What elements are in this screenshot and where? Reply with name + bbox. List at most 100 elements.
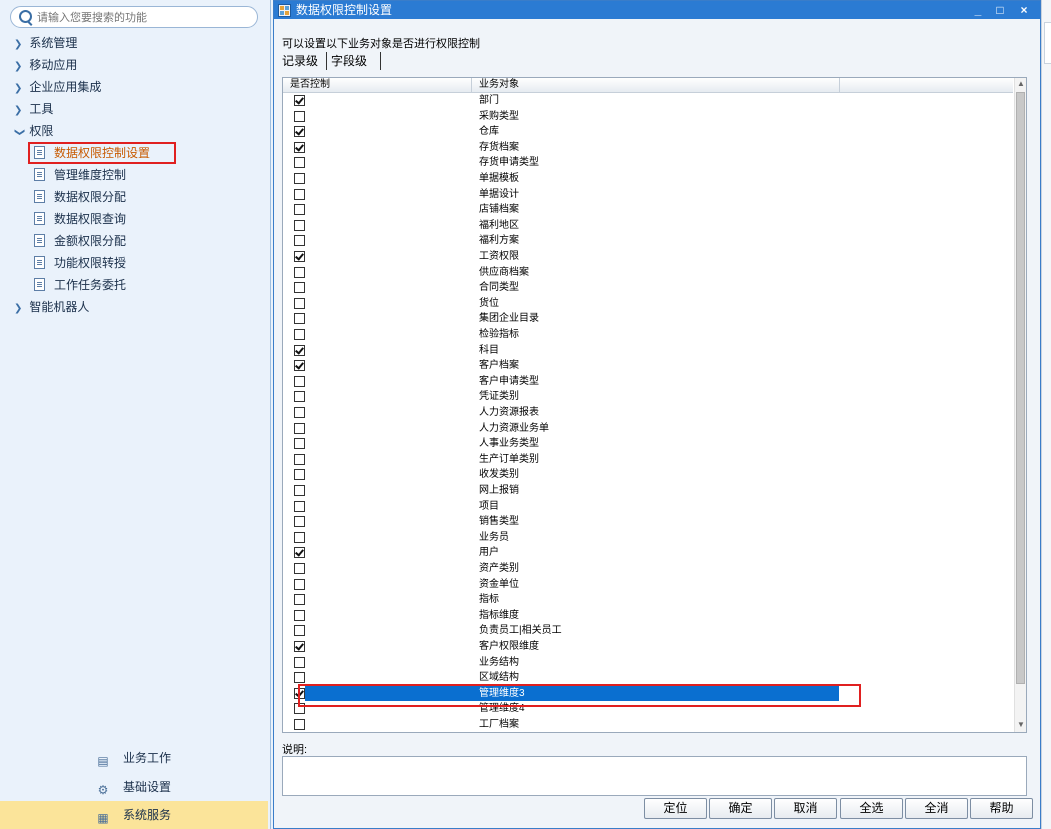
note-textarea[interactable] — [282, 756, 1027, 796]
control-checkbox[interactable] — [294, 251, 305, 262]
control-checkbox[interactable] — [294, 672, 305, 684]
scroll-up-icon[interactable]: ▲ — [1015, 78, 1026, 90]
menu-enterprise-integration[interactable]: ❯ 企业应用集成 — [14, 77, 101, 97]
table-row[interactable]: 福利地区 — [283, 218, 1013, 234]
scroll-down-icon[interactable]: ▼ — [1015, 719, 1026, 731]
table-row[interactable]: 仓库 — [283, 124, 1013, 140]
table-row[interactable]: 福利方案 — [283, 233, 1013, 249]
search-box[interactable] — [10, 6, 258, 28]
bottom-system-service[interactable]: ▦ 系统服务 — [96, 804, 171, 826]
control-checkbox[interactable] — [294, 594, 305, 606]
submenu-work-task-delegate[interactable]: 工作任务委托 — [34, 275, 126, 295]
table-row[interactable]: 存货申请类型 — [283, 155, 1013, 171]
minimize-button[interactable]: _ — [968, 1, 988, 19]
control-checkbox[interactable] — [294, 609, 305, 621]
table-row[interactable]: 单据模板 — [283, 171, 1013, 187]
table-row[interactable]: 网上报销 — [283, 483, 1013, 499]
submenu-amount-permission-assign[interactable]: 金额权限分配 — [34, 231, 126, 251]
table-row[interactable]: 业务结构 — [283, 655, 1013, 671]
table-row[interactable]: 资产类别 — [283, 561, 1013, 577]
submenu-function-permission-delegate[interactable]: 功能权限转授 — [34, 253, 126, 273]
control-checkbox[interactable] — [294, 219, 305, 231]
select-all-button[interactable]: 全选 — [840, 798, 903, 819]
column-header-controlled[interactable]: 是否控制 — [283, 78, 472, 92]
table-row[interactable]: 工厂档案 — [283, 717, 1013, 732]
control-checkbox[interactable] — [294, 453, 305, 465]
control-checkbox[interactable] — [294, 656, 305, 668]
control-checkbox[interactable] — [294, 110, 305, 122]
menu-mobile-apps[interactable]: ❯ 移动应用 — [14, 55, 77, 75]
close-button[interactable]: × — [1014, 1, 1034, 19]
table-row[interactable]: 用户 — [283, 545, 1013, 561]
table-row[interactable]: 客户档案 — [283, 358, 1013, 374]
table-row[interactable]: 检验指标 — [283, 327, 1013, 343]
table-row[interactable]: 科目 — [283, 343, 1013, 359]
table-row[interactable]: 收发类别 — [283, 467, 1013, 483]
column-header-business-object[interactable]: 业务对象 — [472, 78, 840, 92]
table-row[interactable]: 人力资源业务单 — [283, 421, 1013, 437]
dialog-titlebar[interactable]: 数据权限控制设置 _ □ × — [274, 1, 1040, 19]
table-row[interactable]: 资金单位 — [283, 577, 1013, 593]
control-checkbox[interactable] — [294, 126, 305, 138]
control-checkbox[interactable] — [294, 547, 305, 559]
control-checkbox[interactable] — [294, 531, 305, 543]
control-checkbox[interactable] — [294, 407, 305, 418]
bottom-business-work[interactable]: ▤ 业务工作 — [96, 747, 171, 769]
table-row[interactable]: 指标维度 — [283, 608, 1013, 624]
table-row[interactable]: 货位 — [283, 296, 1013, 312]
table-row[interactable]: 部门 — [283, 93, 1013, 109]
control-checkbox[interactable] — [294, 313, 305, 325]
search-input[interactable] — [35, 9, 249, 26]
control-checkbox[interactable] — [294, 282, 305, 294]
control-checkbox[interactable] — [294, 188, 305, 200]
control-checkbox[interactable] — [294, 516, 305, 528]
control-checkbox[interactable] — [294, 563, 305, 574]
control-checkbox[interactable] — [294, 173, 305, 184]
scrollbar-thumb[interactable] — [1016, 92, 1025, 684]
control-checkbox[interactable] — [294, 95, 305, 106]
menu-permissions[interactable]: ❯ 权限 — [14, 121, 53, 141]
control-checkbox[interactable] — [294, 578, 305, 590]
deselect-all-button[interactable]: 全消 — [905, 798, 968, 819]
ok-button[interactable]: 确定 — [709, 798, 772, 819]
control-checkbox[interactable] — [294, 266, 305, 278]
table-row[interactable]: 人事业务类型 — [283, 436, 1013, 452]
table-row[interactable]: 项目 — [283, 499, 1013, 515]
table-row[interactable]: 客户申请类型 — [283, 374, 1013, 390]
control-checkbox[interactable] — [294, 204, 305, 216]
control-checkbox[interactable] — [294, 157, 305, 169]
control-checkbox[interactable] — [294, 469, 305, 481]
table-row[interactable]: 人力资源报表 — [283, 405, 1013, 421]
control-checkbox[interactable] — [294, 235, 305, 247]
control-checkbox[interactable] — [294, 344, 305, 356]
table-row[interactable]: 指标 — [283, 592, 1013, 608]
submenu-data-permission-assign[interactable]: 数据权限分配 — [34, 187, 126, 207]
control-checkbox[interactable] — [294, 485, 305, 496]
control-checkbox[interactable] — [294, 625, 305, 637]
control-checkbox[interactable] — [294, 719, 305, 730]
table-row[interactable]: 工资权限 — [283, 249, 1013, 265]
table-row[interactable]: 销售类型 — [283, 514, 1013, 530]
table-row[interactable]: 负责员工|相关员工 — [283, 623, 1013, 639]
table-row[interactable]: 生产订单类别 — [283, 452, 1013, 468]
vertical-scrollbar[interactable]: ▲ ▼ — [1014, 78, 1026, 732]
control-checkbox[interactable] — [294, 391, 305, 403]
cancel-button[interactable]: 取消 — [774, 798, 837, 819]
control-checkbox[interactable] — [294, 360, 305, 372]
menu-system-management[interactable]: ❯ 系统管理 — [14, 33, 77, 53]
table-row[interactable]: 凭证类别 — [283, 389, 1013, 405]
table-row[interactable]: 采购类型 — [283, 109, 1013, 125]
tab-field-level[interactable]: 字段级 — [326, 52, 367, 70]
submenu-management-dimension-control[interactable]: 管理维度控制 — [34, 165, 126, 185]
control-checkbox[interactable] — [294, 297, 305, 309]
control-checkbox[interactable] — [294, 141, 305, 153]
menu-tools[interactable]: ❯ 工具 — [14, 99, 53, 119]
submenu-data-permission-query[interactable]: 数据权限查询 — [34, 209, 126, 229]
table-row[interactable]: 集团企业目录 — [283, 311, 1013, 327]
bottom-basic-settings[interactable]: ⚙ 基础设置 — [96, 776, 171, 798]
help-button[interactable]: 帮助 — [970, 798, 1033, 819]
table-row[interactable]: 客户权限维度 — [283, 639, 1013, 655]
control-checkbox[interactable] — [294, 329, 305, 340]
table-row[interactable]: 供应商档案 — [283, 265, 1013, 281]
control-checkbox[interactable] — [294, 641, 305, 652]
